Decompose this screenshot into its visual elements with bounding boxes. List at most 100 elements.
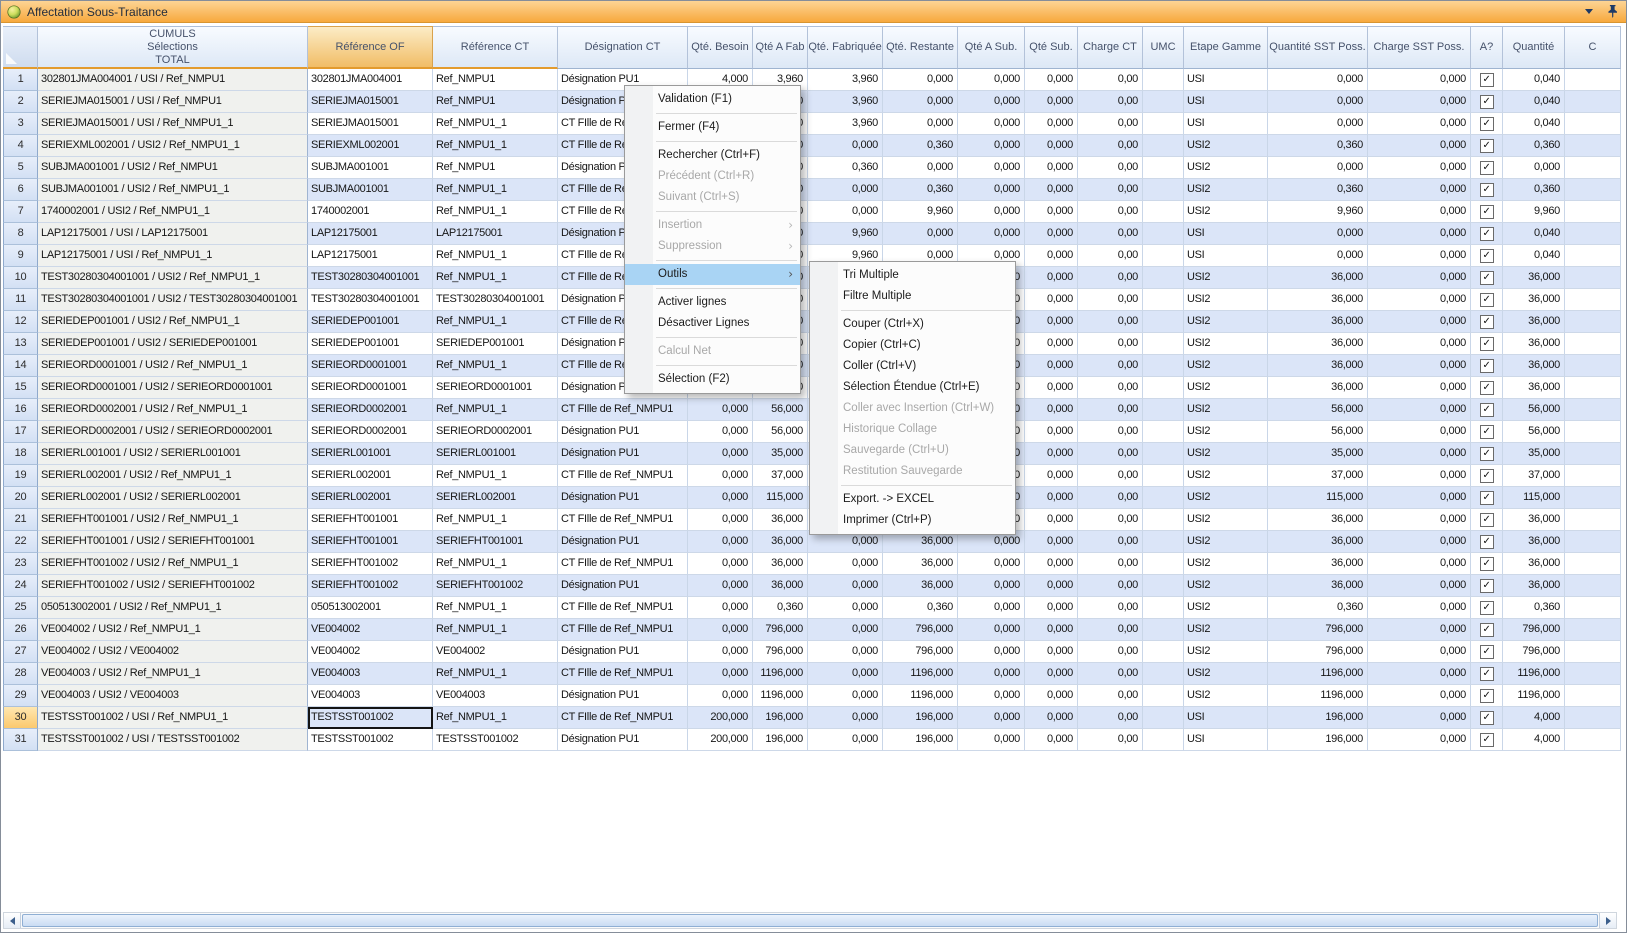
cell-ref_of[interactable]: SERIEFHT001002 bbox=[308, 575, 433, 597]
menu-item-s-lection-f2[interactable]: Sélection (F2) bbox=[625, 369, 800, 390]
cell-designation[interactable]: Désignation PU1 bbox=[558, 443, 688, 465]
cell-cumuls[interactable]: LAP12175001 / USI / Ref_NMPU1_1 bbox=[38, 245, 308, 267]
cell-sub[interactable]: 0,000 bbox=[1025, 201, 1078, 223]
cell-a[interactable]: ✓ bbox=[1471, 355, 1503, 377]
cell-cumuls[interactable]: TESTSST001002 / USI / TESTSST001002 bbox=[38, 729, 308, 751]
cell-ref_of[interactable]: SERIEJMA015001 bbox=[308, 91, 433, 113]
cell-charge_ct[interactable]: 0,00 bbox=[1078, 575, 1143, 597]
cell-c_sst[interactable]: 0,000 bbox=[1368, 377, 1471, 399]
checkbox-checked[interactable]: ✓ bbox=[1480, 359, 1494, 373]
cell-besoin[interactable]: 0,000 bbox=[688, 553, 753, 575]
cell-c_sst[interactable]: 0,000 bbox=[1368, 487, 1471, 509]
cell-q_sst[interactable]: 0,000 bbox=[1268, 91, 1368, 113]
row-number[interactable]: 1 bbox=[3, 69, 38, 91]
cell-restante[interactable]: 196,000 bbox=[883, 729, 958, 751]
cell-a[interactable]: ✓ bbox=[1471, 487, 1503, 509]
checkbox-checked[interactable]: ✓ bbox=[1480, 381, 1494, 395]
cell-q_sst[interactable]: 56,000 bbox=[1268, 399, 1368, 421]
cell-designation[interactable]: Désignation PU1 bbox=[558, 685, 688, 707]
cell-a_fab[interactable]: 56,000 bbox=[753, 421, 808, 443]
cell-a_fab[interactable]: 115,000 bbox=[753, 487, 808, 509]
cell-cumuls[interactable]: SUBJMA001001 / USI2 / Ref_NMPU1 bbox=[38, 157, 308, 179]
cell-quantite[interactable]: 0,040 bbox=[1503, 223, 1565, 245]
row-number[interactable]: 30 bbox=[3, 707, 38, 729]
checkbox-checked[interactable]: ✓ bbox=[1480, 689, 1494, 703]
cell-q_sst[interactable]: 1196,000 bbox=[1268, 663, 1368, 685]
cell-ref_ct[interactable]: Ref_NMPU1_1 bbox=[433, 179, 558, 201]
cell-c_sst[interactable]: 0,000 bbox=[1368, 597, 1471, 619]
cell-etape[interactable]: USI2 bbox=[1184, 685, 1268, 707]
cell-a_sub[interactable]: 0,000 bbox=[958, 619, 1025, 641]
cell-sub[interactable]: 0,000 bbox=[1025, 135, 1078, 157]
cell-a[interactable]: ✓ bbox=[1471, 311, 1503, 333]
row-number[interactable]: 28 bbox=[3, 663, 38, 685]
cell-c_sst[interactable]: 0,000 bbox=[1368, 531, 1471, 553]
cell-etape[interactable]: USI2 bbox=[1184, 443, 1268, 465]
cell-a[interactable]: ✓ bbox=[1471, 223, 1503, 245]
cell-sub[interactable]: 0,000 bbox=[1025, 245, 1078, 267]
menu-item-fermer-f4[interactable]: Fermer (F4) bbox=[625, 117, 800, 138]
row-number[interactable]: 4 bbox=[3, 135, 38, 157]
cell-charge_ct[interactable]: 0,00 bbox=[1078, 553, 1143, 575]
cell-etape[interactable]: USI2 bbox=[1184, 135, 1268, 157]
cell-ref_ct[interactable]: SERIEORD0001001 bbox=[433, 377, 558, 399]
cell-umc[interactable] bbox=[1143, 729, 1184, 751]
cell-etape[interactable]: USI2 bbox=[1184, 509, 1268, 531]
cell-a_sub[interactable]: 0,000 bbox=[958, 553, 1025, 575]
cell-etape[interactable]: USI2 bbox=[1184, 531, 1268, 553]
cell-designation[interactable]: CT FIlle de Ref_NMPU1 bbox=[558, 619, 688, 641]
cell-designation[interactable]: CT FIlle de Ref_NMPU1 bbox=[558, 465, 688, 487]
cell-cumuls[interactable]: SERIERL002001 / USI2 / Ref_NMPU1_1 bbox=[38, 465, 308, 487]
cell-sub[interactable]: 0,000 bbox=[1025, 619, 1078, 641]
cell-cut[interactable] bbox=[1565, 531, 1621, 553]
cell-besoin[interactable]: 0,000 bbox=[688, 465, 753, 487]
cell-c_sst[interactable]: 0,000 bbox=[1368, 69, 1471, 91]
cell-a[interactable]: ✓ bbox=[1471, 465, 1503, 487]
cell-ref_ct[interactable]: Ref_NMPU1_1 bbox=[433, 553, 558, 575]
cell-charge_ct[interactable]: 0,00 bbox=[1078, 267, 1143, 289]
cell-a_sub[interactable]: 0,000 bbox=[958, 135, 1025, 157]
cell-quantite[interactable]: 796,000 bbox=[1503, 619, 1565, 641]
cell-umc[interactable] bbox=[1143, 113, 1184, 135]
checkbox-checked[interactable]: ✓ bbox=[1480, 139, 1494, 153]
cell-fabriquee[interactable]: 0,000 bbox=[808, 729, 883, 751]
cell-charge_ct[interactable]: 0,00 bbox=[1078, 113, 1143, 135]
cell-q_sst[interactable]: 796,000 bbox=[1268, 641, 1368, 663]
scroll-left-button[interactable] bbox=[4, 913, 21, 928]
horizontal-scrollbar[interactable] bbox=[3, 912, 1617, 929]
row-number[interactable]: 7 bbox=[3, 201, 38, 223]
cell-cumuls[interactable]: VE004002 / USI2 / Ref_NMPU1_1 bbox=[38, 619, 308, 641]
cell-ref_ct[interactable]: TEST30280304001001 bbox=[433, 289, 558, 311]
menu-item-d-sactiver-lignes[interactable]: Désactiver Lignes bbox=[625, 313, 800, 334]
cell-cut[interactable] bbox=[1565, 311, 1621, 333]
cell-designation[interactable]: CT FIlle de Ref_NMPU1 bbox=[558, 663, 688, 685]
submenu-item-s-lection-tendue-ctrl-e[interactable]: Sélection Étendue (Ctrl+E) bbox=[810, 377, 1015, 398]
cell-quantite[interactable]: 0,360 bbox=[1503, 135, 1565, 157]
checkbox-checked[interactable]: ✓ bbox=[1480, 161, 1494, 175]
cell-cut[interactable] bbox=[1565, 355, 1621, 377]
cell-ref_of[interactable]: 1740002001 bbox=[308, 201, 433, 223]
cell-a[interactable]: ✓ bbox=[1471, 201, 1503, 223]
cell-c_sst[interactable]: 0,000 bbox=[1368, 509, 1471, 531]
cell-c_sst[interactable]: 0,000 bbox=[1368, 135, 1471, 157]
cell-charge_ct[interactable]: 0,00 bbox=[1078, 69, 1143, 91]
cell-quantite[interactable]: 1196,000 bbox=[1503, 663, 1565, 685]
cell-ref_of[interactable]: TEST30280304001001 bbox=[308, 267, 433, 289]
submenu-item-filtre-multiple[interactable]: Filtre Multiple bbox=[810, 286, 1015, 307]
cell-designation[interactable]: Désignation PU1 bbox=[558, 421, 688, 443]
cell-designation[interactable]: Désignation PU1 bbox=[558, 575, 688, 597]
cell-a[interactable]: ✓ bbox=[1471, 619, 1503, 641]
cell-etape[interactable]: USI2 bbox=[1184, 311, 1268, 333]
cell-charge_ct[interactable]: 0,00 bbox=[1078, 531, 1143, 553]
cell-c_sst[interactable]: 0,000 bbox=[1368, 179, 1471, 201]
cell-fabriquee[interactable]: 0,000 bbox=[808, 201, 883, 223]
column-header-c_sst[interactable]: Charge SST Poss. bbox=[1368, 26, 1471, 69]
cell-umc[interactable] bbox=[1143, 355, 1184, 377]
cell-ref_of[interactable]: SUBJMA001001 bbox=[308, 157, 433, 179]
cell-charge_ct[interactable]: 0,00 bbox=[1078, 333, 1143, 355]
checkbox-checked[interactable]: ✓ bbox=[1480, 403, 1494, 417]
cell-sub[interactable]: 0,000 bbox=[1025, 267, 1078, 289]
cell-cumuls[interactable]: SERIEXML002001 / USI2 / Ref_NMPU1_1 bbox=[38, 135, 308, 157]
cell-a_fab[interactable]: 796,000 bbox=[753, 619, 808, 641]
cell-quantite[interactable]: 9,960 bbox=[1503, 201, 1565, 223]
